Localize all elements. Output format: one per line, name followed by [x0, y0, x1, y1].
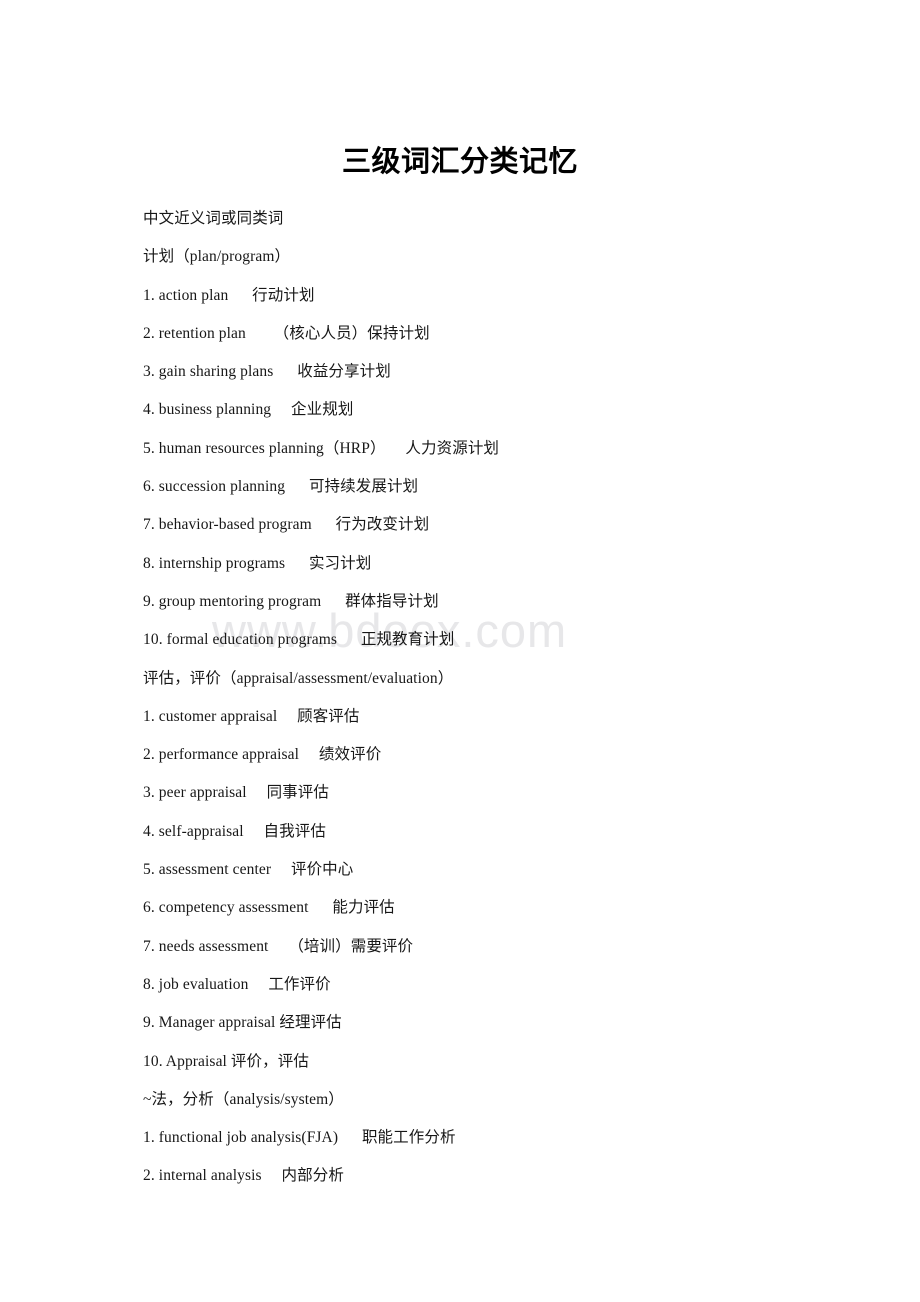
text-line-appraisal-6: 6. competency assessment 能力评估	[143, 899, 395, 917]
text-line-intro-synonyms: 中文近义词或同类词	[143, 210, 284, 227]
text-line-appraisal-7: 7. needs assessment （培训）需要评价	[143, 937, 414, 955]
text-line-analysis-1: 1. functional job analysis(FJA) 职能工作分析	[143, 1129, 456, 1147]
text-line-appraisal-1: 1. customer appraisal 顾客评估	[143, 707, 360, 725]
text-line-appraisal-4: 4. self-appraisal 自我评估	[143, 822, 326, 840]
text-line-plan-5: 5. human resources planning（HRP） 人力资源计划	[143, 439, 500, 457]
text-line-plan-1: 1. action plan 行动计划	[143, 286, 315, 304]
text-line-section-plan: 计划（plan/program）	[143, 248, 291, 266]
text-line-plan-7: 7. behavior-based program 行为改变计划	[143, 516, 430, 534]
text-line-plan-8: 8. internship programs 实习计划	[143, 554, 372, 572]
text-line-plan-9: 9. group mentoring program 群体指导计划	[143, 592, 439, 610]
text-line-section-analysis: ~法，分析（analysis/system）	[143, 1090, 344, 1108]
text-line-analysis-2: 2. internal analysis 内部分析	[143, 1167, 344, 1185]
text-line-plan-3: 3. gain sharing plans 收益分享计划	[143, 363, 391, 381]
document-text-block: 中文近义词或同类词 计划（plan/program） 1. action plan …	[143, 200, 903, 1196]
text-line-appraisal-3: 3. peer appraisal 同事评估	[143, 784, 329, 802]
text-line-appraisal-10: 10. Appraisal 评价，评估	[143, 1052, 309, 1070]
text-line-appraisal-9: 9. Manager appraisal 经理评估	[143, 1014, 342, 1032]
text-line-plan-6: 6. succession planning 可持续发展计划	[143, 478, 419, 496]
text-line-plan-2: 2. retention plan （核心人员）保持计划	[143, 324, 430, 342]
text-line-appraisal-8: 8. job evaluation 工作评价	[143, 975, 331, 993]
text-line-appraisal-5: 5. assessment center 评价中心	[143, 861, 354, 879]
text-line-section-appraisal: 评估，评价（appraisal/assessment/evaluation）	[143, 669, 454, 687]
page-title: 三级词汇分类记忆	[341, 146, 578, 178]
text-line-plan-4: 4. business planning 企业规划	[143, 401, 354, 419]
text-line-plan-10: 10. formal education programs 正规教育计划	[143, 631, 455, 649]
text-line-appraisal-2: 2. performance appraisal 绩效评价	[143, 746, 382, 764]
document-page: www.bdoox.com 三级词汇分类记忆 中文近义词或同类词 计划（plan/…	[0, 0, 920, 1302]
